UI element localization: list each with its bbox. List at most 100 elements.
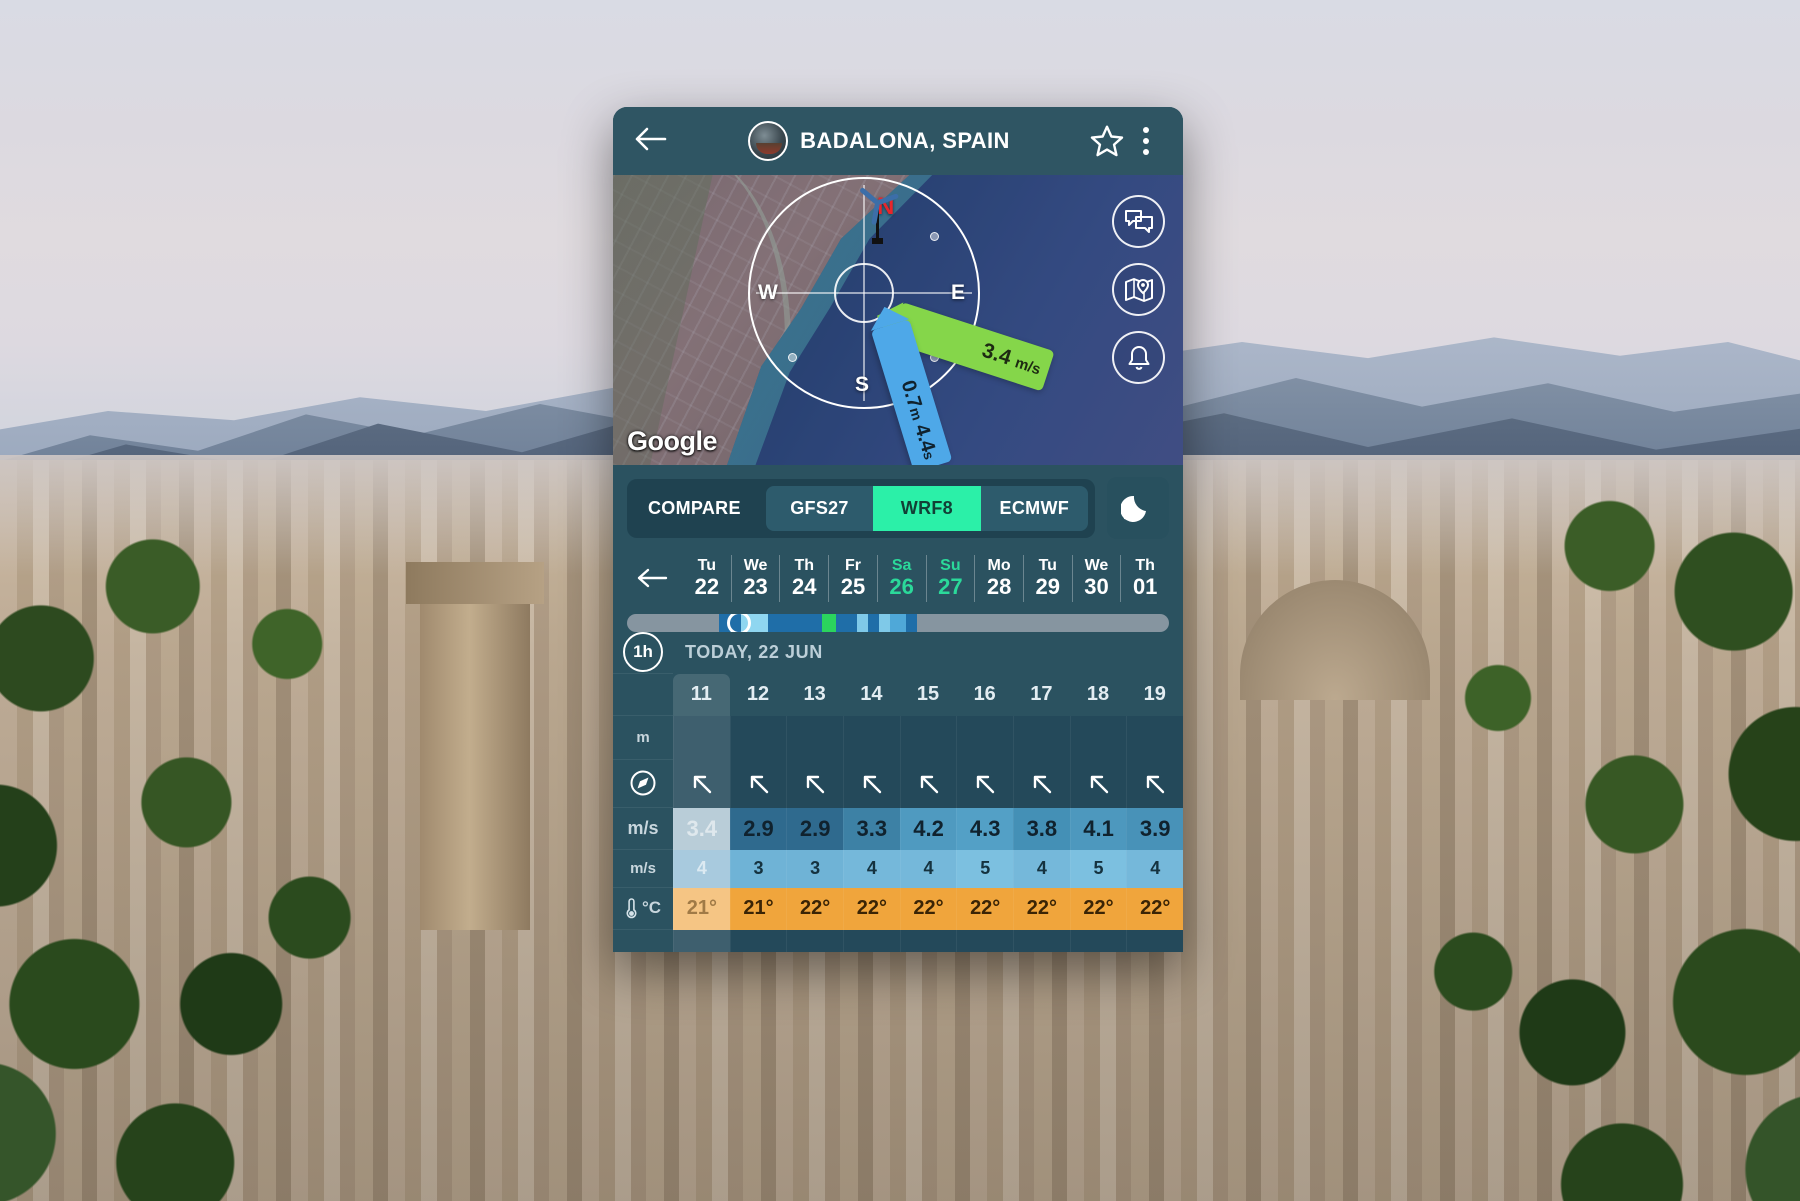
interval-badge-cell[interactable]: 1h — [613, 632, 673, 674]
hour-cell[interactable]: 12 — [730, 674, 787, 716]
day-item[interactable]: We 30 — [1071, 555, 1121, 602]
wind-speed-cell: 2.9 — [786, 807, 844, 850]
forecast-table: 1h m m/s m/s °C mm — [613, 631, 1183, 952]
favorite-button[interactable] — [1085, 123, 1129, 159]
thermometer-icon — [626, 898, 637, 919]
temperature-cell: 21° — [729, 887, 787, 930]
alarm-button[interactable] — [1112, 331, 1165, 384]
wind-turbine-icon — [858, 183, 900, 244]
tab-ecmwf[interactable]: ECMWF — [981, 486, 1088, 531]
label-wind-speed: m/s — [613, 808, 673, 850]
wave-height-row — [673, 715, 1183, 760]
arrow-up-left-icon — [693, 775, 712, 793]
back-button[interactable] — [633, 126, 673, 157]
comments-button[interactable] — [1112, 195, 1165, 248]
arrow-up-left-icon — [1147, 775, 1165, 793]
timeline-segment — [822, 613, 836, 632]
day-number: 30 — [1084, 573, 1109, 599]
temperature-cell: 22° — [1126, 887, 1183, 930]
timeline-scrubber[interactable] — [627, 613, 1169, 632]
back-arrow-icon — [635, 127, 667, 150]
hour-cell[interactable]: 19 — [1126, 674, 1183, 716]
wind-gust-cell: 4 — [1013, 849, 1070, 888]
hour-cell[interactable]: 14 — [843, 674, 900, 716]
day-item[interactable]: We 23 — [730, 555, 780, 602]
map-view[interactable]: Google N E W S 3.4 m/s 0.7m 4.4s — [613, 175, 1183, 465]
day-weekday: We — [743, 557, 768, 574]
wind-direction-cell — [1126, 759, 1183, 808]
wind-gust-cell: 3 — [786, 849, 844, 888]
spacer-cell — [843, 929, 900, 952]
day-number: 28 — [986, 573, 1012, 599]
compare-button[interactable]: COMPARE — [634, 498, 759, 519]
hours-row: 11 12 13 14 15 16 17 18 19 — [673, 673, 1183, 716]
wind-gust-cell: 5 — [1069, 849, 1127, 888]
compass-label-south: S — [855, 373, 870, 396]
day-weekday: Fr — [844, 557, 861, 574]
day-item[interactable]: Th 24 — [779, 555, 828, 602]
spacer-row — [673, 929, 1183, 952]
timeline-segment — [879, 613, 890, 632]
forecast-row-labels: 1h m m/s m/s °C mm — [613, 631, 673, 952]
day-item[interactable]: Th 01 — [1120, 555, 1169, 602]
temperature-cell: 22° — [843, 887, 900, 930]
day-weekday: Su — [940, 557, 961, 574]
timeline-handle[interactable] — [727, 613, 752, 632]
timeline-segment — [835, 613, 858, 632]
hour-cell[interactable]: 18 — [1070, 674, 1127, 716]
chat-bubbles-icon — [1124, 209, 1153, 233]
day-selector: Tu 22 We 23 Th 24 Fr 25 Sa 26 Su 27 Mo 28 Tu 29 … — [613, 551, 1183, 614]
temperature-cell: 21° — [673, 887, 730, 930]
hour-cell[interactable]: 16 — [956, 674, 1013, 716]
tab-gfs27[interactable]: GFS27 — [766, 486, 873, 531]
temperature-row: 21° 21° 22° 22° 22° 22° 22° 22° 22° — [673, 887, 1183, 930]
arrow-up-left-icon — [1090, 775, 1108, 793]
overflow-menu-button[interactable] — [1129, 127, 1163, 155]
arrow-up-left-icon — [976, 775, 995, 793]
wind-gust-cell: 5 — [956, 849, 1014, 888]
star-icon — [1090, 125, 1124, 157]
forecast-day-title-row: TODAY, 22 JUN — [673, 631, 1183, 674]
kitesurfer-moon-icon — [1121, 495, 1146, 522]
hour-cell[interactable]: 11 — [673, 673, 730, 716]
wave-cell — [673, 715, 730, 760]
days-list: Tu 22 We 23 Th 24 Fr 25 Sa 26 Su 27 Mo 28 Tu 29 … — [683, 555, 1169, 602]
more-vertical-icon — [1143, 127, 1149, 133]
wave-cell — [1069, 715, 1127, 760]
map-layers-button[interactable] — [1112, 263, 1165, 316]
label-hours — [613, 674, 673, 716]
day-number: 27 — [938, 573, 963, 599]
compass-tick-sw — [788, 353, 797, 362]
day-item[interactable]: Tu 22 — [683, 555, 731, 602]
hour-cell[interactable]: 13 — [786, 674, 843, 716]
compass-tick-ne — [930, 232, 939, 241]
day-weekday: Tu — [697, 557, 717, 574]
wind-gust-row: 4 3 3 4 4 5 4 5 4 — [673, 849, 1183, 888]
hour-cell[interactable]: 15 — [900, 674, 957, 716]
temperature-cell: 22° — [1069, 887, 1127, 930]
wind-direction-cell — [786, 759, 843, 808]
day-back-button[interactable] — [627, 567, 677, 589]
hour-cell[interactable]: 17 — [1013, 674, 1070, 716]
night-mode-button[interactable] — [1107, 477, 1169, 539]
model-selector-bar: COMPARE GFS27 WRF8 ECMWF — [613, 465, 1183, 551]
wind-direction-cell — [1013, 759, 1070, 808]
tab-wrf8[interactable]: WRF8 — [873, 485, 981, 531]
wind-speed-cell: 2.9 — [729, 807, 787, 850]
day-item[interactable]: Tu 29 — [1022, 555, 1072, 602]
spacer-cell — [899, 929, 957, 952]
spacer-cell — [673, 929, 730, 952]
day-item[interactable]: Mo 28 — [974, 555, 1023, 602]
page-title: BADALONA, SPAIN — [800, 128, 1010, 153]
wind-direction-cell — [899, 759, 957, 808]
day-number: 29 — [1035, 573, 1061, 599]
day-item[interactable]: Su 27 — [925, 555, 975, 602]
day-weekday: Th — [794, 557, 815, 574]
day-number: 24 — [792, 573, 817, 599]
spacer-cell — [956, 929, 1013, 952]
wind-arrow-label: 3.4 m/s — [979, 338, 1043, 379]
temperature-unit: °C — [641, 898, 662, 918]
day-item[interactable]: Fr 25 — [828, 555, 877, 602]
spacer-cell — [1013, 929, 1070, 952]
day-item[interactable]: Sa 26 — [876, 555, 926, 602]
